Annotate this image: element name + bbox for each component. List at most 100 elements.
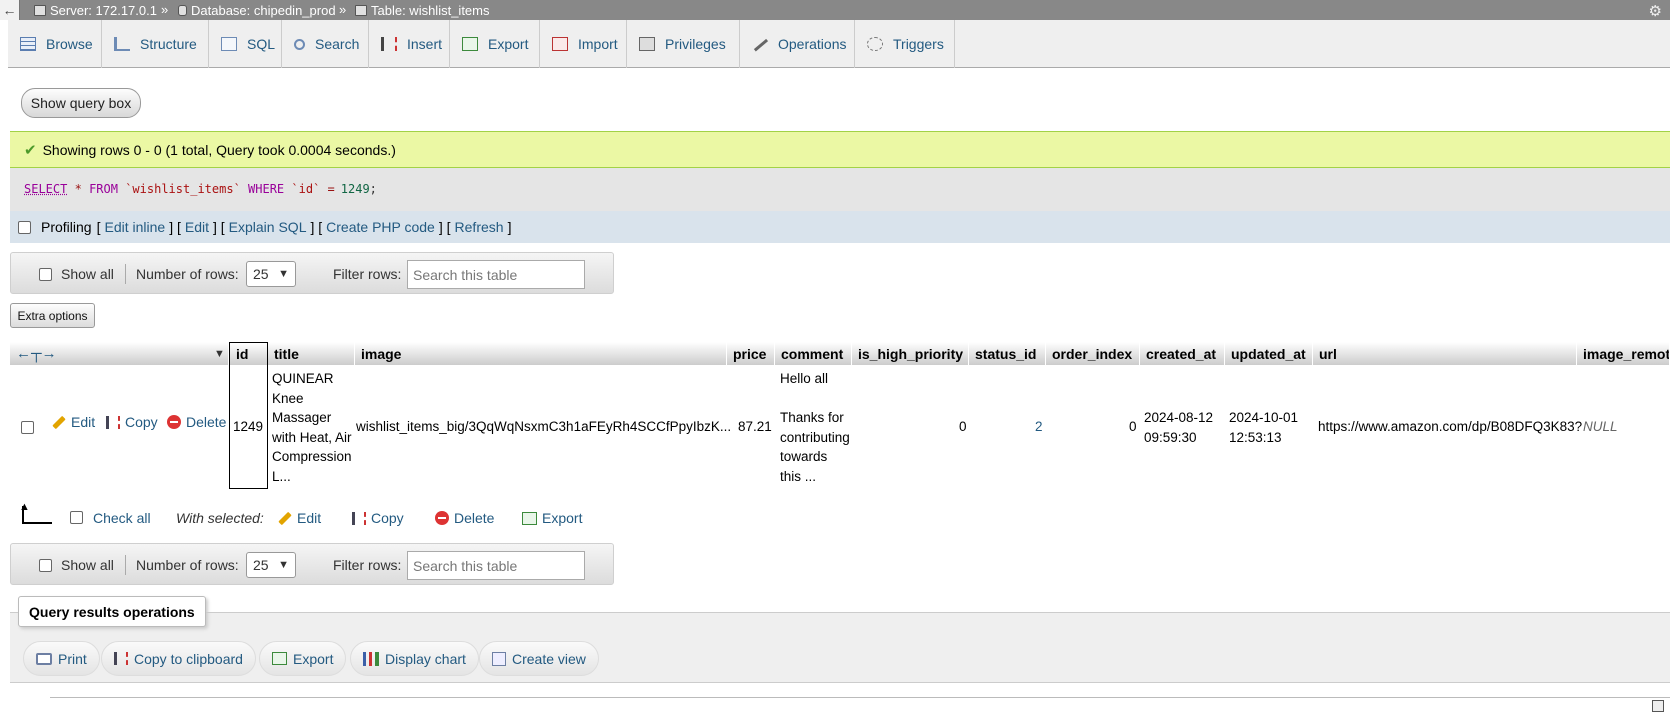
cell-image-remote[interactable]: NULL xyxy=(1583,417,1618,437)
column-header-actions: ←┬→ ▼ xyxy=(10,342,229,365)
tab-operations[interactable]: Operations xyxy=(740,20,855,68)
console-icon[interactable] xyxy=(1652,700,1664,712)
arrow-head-icon: ▲ xyxy=(19,501,30,513)
tab-sql[interactable]: SQL xyxy=(209,20,282,68)
pencil-icon xyxy=(278,511,292,525)
column-header-order-index[interactable]: order_index xyxy=(1046,342,1140,365)
sort-options-icon[interactable]: ▼ xyxy=(214,348,225,360)
copy-icon xyxy=(352,511,366,525)
tab-import[interactable]: Import xyxy=(540,20,627,68)
bulk-edit-button[interactable]: Edit xyxy=(278,510,321,526)
display-chart-button[interactable]: Display chart xyxy=(350,641,479,676)
row-edit-link[interactable]: Edit xyxy=(52,414,95,430)
edit-link[interactable]: Edit xyxy=(185,219,209,235)
database-icon xyxy=(178,5,187,16)
check-all-label[interactable]: Check all xyxy=(93,510,151,526)
cell-updated-at[interactable]: 2024-10-01 12:53:13 xyxy=(1229,408,1298,447)
column-header-id[interactable]: id xyxy=(229,342,268,365)
show-all-checkbox[interactable] xyxy=(39,267,52,281)
divider xyxy=(125,264,126,284)
triggers-icon xyxy=(867,37,883,51)
cell-url[interactable]: https://www.amazon.com/dp/B08DFQ3K83? xyxy=(1318,417,1582,437)
collapse-navigation-icon[interactable]: ← xyxy=(0,0,20,20)
cell-created-at[interactable]: 2024-08-12 09:59:30 xyxy=(1144,408,1213,447)
column-header-title[interactable]: title xyxy=(268,342,355,365)
column-header-updated-at[interactable]: updated_at xyxy=(1225,342,1313,365)
column-header-created-at[interactable]: created_at xyxy=(1140,342,1225,365)
table-tabs: Browse Structure SQL Search Insert Expor… xyxy=(8,20,1670,68)
show-all-checkbox[interactable] xyxy=(39,558,52,572)
tab-insert[interactable]: Insert xyxy=(369,20,450,68)
cell-price[interactable]: 87.21 xyxy=(738,417,772,437)
extra-options-button[interactable]: Extra options xyxy=(10,303,95,328)
print-icon xyxy=(36,652,52,665)
pencil-icon xyxy=(52,415,66,429)
copy-icon xyxy=(106,415,120,429)
profiling-checkbox[interactable] xyxy=(18,220,31,234)
breadcrumb-database[interactable]: Database: chipedin_prod xyxy=(178,3,336,18)
column-header-price[interactable]: price xyxy=(727,342,775,365)
number-of-rows-select[interactable]: 25 ▼ xyxy=(246,552,296,578)
tab-triggers[interactable]: Triggers xyxy=(855,20,955,68)
sql-terminator: ; xyxy=(369,182,377,196)
view-icon xyxy=(492,651,506,666)
column-header-url[interactable]: url xyxy=(1313,342,1577,365)
filter-rows-label: Filter rows: xyxy=(333,557,402,573)
cell-title[interactable]: QUINEAR Knee Massager with Heat, Air Com… xyxy=(272,369,360,486)
sql-select-keyword: SELECT xyxy=(24,182,68,196)
tab-privileges[interactable]: Privileges xyxy=(627,20,740,68)
cell-comment[interactable]: Hello all Thanks for contributing toward… xyxy=(780,369,860,486)
column-arrows-icon[interactable]: ←┬→ xyxy=(16,345,57,362)
insert-icon xyxy=(381,37,397,51)
bulk-copy-button[interactable]: Copy xyxy=(352,510,404,526)
table-icon xyxy=(355,5,367,16)
copy-icon xyxy=(114,652,128,665)
chevron-down-icon: ▼ xyxy=(278,559,289,571)
refresh-link[interactable]: Refresh xyxy=(455,219,504,235)
tab-search[interactable]: Search xyxy=(282,20,369,68)
tab-structure[interactable]: Structure xyxy=(102,20,209,68)
bulk-export-button[interactable]: Export xyxy=(522,510,582,526)
cell-order-index[interactable]: 0 xyxy=(1129,417,1137,437)
show-query-box-button[interactable]: Show query box xyxy=(21,88,141,118)
bulk-delete-button[interactable]: Delete xyxy=(435,510,494,526)
breadcrumb-table[interactable]: Table: wishlist_items xyxy=(355,3,490,18)
tab-browse[interactable]: Browse xyxy=(8,20,102,68)
column-header-image[interactable]: image xyxy=(355,342,727,365)
show-all-toggle[interactable]: Show all xyxy=(39,253,114,295)
export-icon xyxy=(272,652,287,665)
export-button[interactable]: Export xyxy=(259,641,347,676)
sql-column-name: `id` xyxy=(291,182,321,196)
cell-id[interactable]: 1249 xyxy=(233,417,263,437)
tab-export[interactable]: Export xyxy=(450,20,540,68)
privileges-icon xyxy=(639,37,655,51)
check-all-checkbox[interactable] xyxy=(70,511,83,524)
column-header-comment[interactable]: comment xyxy=(775,342,852,365)
row-checkbox[interactable] xyxy=(21,421,34,434)
divider xyxy=(50,697,1670,698)
row-delete-link[interactable]: Delete xyxy=(167,414,226,430)
cell-is-high-priority[interactable]: 0 xyxy=(959,417,967,437)
create-php-code-link[interactable]: Create PHP code xyxy=(326,219,435,235)
edit-inline-link[interactable]: Edit inline xyxy=(104,219,165,235)
settings-gear-icon[interactable]: ⚙ xyxy=(1649,2,1662,20)
create-view-button[interactable]: Create view xyxy=(479,641,599,676)
explain-sql-link[interactable]: Explain SQL xyxy=(229,219,307,235)
cell-status-id[interactable]: 2 xyxy=(1035,417,1043,437)
column-header-is-high-priority[interactable]: is_high_priority xyxy=(852,342,969,365)
breadcrumb-server[interactable]: Server: 172.17.0.1 xyxy=(34,3,157,18)
rows-label: Number of rows: xyxy=(136,557,239,573)
copy-to-clipboard-button[interactable]: Copy to clipboard xyxy=(101,641,256,676)
row-copy-link[interactable]: Copy xyxy=(106,414,158,430)
print-button[interactable]: Print xyxy=(23,641,100,676)
column-header-image-remote[interactable]: image_remote xyxy=(1577,342,1670,365)
column-header-status-id[interactable]: status_id xyxy=(969,342,1046,365)
show-all-toggle[interactable]: Show all xyxy=(39,544,114,586)
number-of-rows-select[interactable]: 25 ▼ xyxy=(246,261,296,287)
sql-icon xyxy=(221,37,237,51)
filter-rows-input[interactable]: Search this table xyxy=(407,551,585,580)
cell-image[interactable]: wishlist_items_big/3QqWqNsxmC3h1aFEyRh4S… xyxy=(356,417,731,437)
chart-icon xyxy=(363,651,379,666)
rows-label: Number of rows: xyxy=(136,266,239,282)
filter-rows-input[interactable]: Search this table xyxy=(407,260,585,289)
